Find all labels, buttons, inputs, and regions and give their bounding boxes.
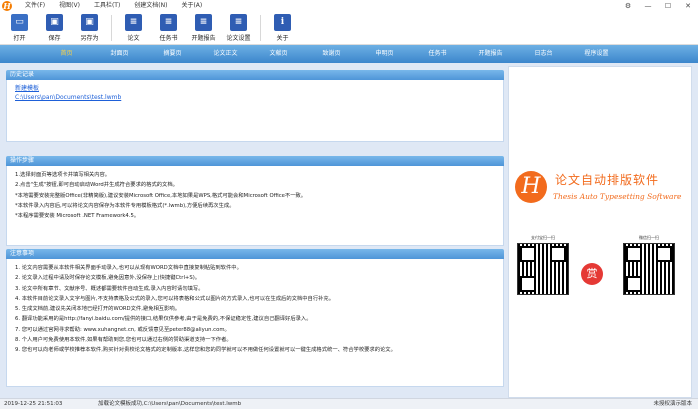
toolbar-separator: [111, 15, 112, 41]
close-button[interactable]: ✕: [678, 0, 698, 12]
toolbar-separator: [260, 15, 261, 41]
note-line: 3. 论文中所有章节、文献序号、概述都需要软件自动生成,录入内容时请勿填写。: [15, 285, 204, 292]
save-label: 保存: [48, 35, 61, 42]
tab-acknowledgement[interactable]: 致谢页: [305, 45, 358, 63]
recent-file-link[interactable]: C:\Users\pan\Documents\test.lwmb: [15, 93, 495, 102]
tab-body[interactable]: 论文正文: [199, 45, 252, 63]
note-line: 9. 您也可以向老师或学校推荐本软件,购买针对贵校论文格式的定制版本,这样您和您…: [15, 347, 396, 354]
history-panel: 历史记录 新建模板 C:\Users\pan\Documents\test.lw…: [6, 70, 504, 142]
menu-file[interactable]: 文件(F): [18, 0, 52, 12]
note-line: 8. 个人用户可免费使用本软件,如果有帮助到您,您也可以通过右侧的赞助渠道支持一…: [15, 337, 232, 344]
tab-program-settings[interactable]: 程序设置: [570, 45, 623, 63]
gear-icon[interactable]: ⚙: [618, 0, 638, 12]
minimize-button[interactable]: —: [638, 0, 658, 12]
wechat-qr-title: 微信扫一扫: [639, 235, 659, 240]
save-as-button[interactable]: ▣ 另存为: [72, 12, 107, 44]
nav-tabs: 首页 封面页 摘要页 论文正文 文献页 致谢页 申明页 任务书 开题报告 日志台…: [0, 45, 698, 63]
tab-proposal[interactable]: 开题报告: [464, 45, 517, 63]
wechat-qr-code: [623, 243, 675, 295]
note-line: 5. 生成文档前,建议先关闭本地已经打开的WORD文件,避免相互影响。: [15, 306, 180, 313]
thesis-settings-button[interactable]: ≡ 论文设置: [221, 12, 256, 44]
step-line: *本软件录入内容后,可以将论文内容保存为本软件专用模板格式(*.lwmb),方便…: [15, 202, 235, 209]
notes-body: 1. 论文内容需要从本软件相关界面手动录入,也可以从现有WORD文档中直接复制粘…: [6, 259, 504, 387]
floppy-disk-icon: ▣: [46, 14, 63, 31]
settings-doc-icon: ≡: [230, 14, 247, 31]
tab-abstract[interactable]: 摘要页: [146, 45, 199, 63]
save-as-icon: ▣: [81, 14, 98, 31]
thesis-settings-label: 论文设置: [226, 35, 251, 42]
menu-create-document[interactable]: 创建文档(N): [127, 0, 174, 12]
assignment-label: 任务书: [159, 35, 178, 42]
notes-panel: 注意事项 1. 论文内容需要从本软件相关界面手动录入,也可以从现有WORD文档中…: [6, 249, 504, 387]
reward-badge: 赏: [581, 263, 603, 285]
brand-title-cn: 论文自动排版软件: [555, 173, 660, 187]
proposal-button[interactable]: ≡ 开题报告: [186, 12, 221, 44]
new-template-link[interactable]: 新建模板: [15, 84, 495, 93]
tab-log[interactable]: 日志台: [517, 45, 570, 63]
assignment-button[interactable]: ≡ 任务书: [151, 12, 186, 44]
save-button[interactable]: ▣ 保存: [37, 12, 72, 44]
save-as-label: 另存为: [80, 35, 99, 42]
note-line: 6. 翻译功能采用的是http://fanyi.baidu.com/提供的接口,…: [15, 316, 312, 323]
main-content: 历史记录 新建模板 C:\Users\pan\Documents\test.lw…: [6, 68, 504, 398]
info-icon: i: [274, 14, 291, 31]
menu-view[interactable]: 视图(V): [52, 0, 87, 12]
tab-cover[interactable]: 封面页: [93, 45, 146, 63]
tab-assignment[interactable]: 任务书: [411, 45, 464, 63]
alipay-qr-code: [517, 243, 569, 295]
tab-home[interactable]: 首页: [40, 45, 93, 63]
steps-panel: 操作步骤 1.选择封面页等选项卡并填写相关内容。 2.点击"生成"按钮,即可自动…: [6, 156, 504, 246]
document-add-icon: ≡: [160, 14, 177, 31]
steps-header: 操作步骤: [6, 156, 504, 166]
step-line: *本程序需要安装 Microsoft .NET Framework4.5。: [15, 213, 140, 220]
proposal-label: 开题报告: [191, 35, 216, 42]
open-button[interactable]: ▭ 打开: [2, 12, 37, 44]
alipay-qr-box: 支付宝扫一扫: [517, 235, 569, 295]
brand-logo-icon: H: [515, 171, 547, 203]
note-line: 2. 论文录入过程中请及时保存论文模板,避免因意外,没保存上(快捷键Ctrl+S…: [15, 275, 201, 282]
thesis-button[interactable]: ≡ 论文: [116, 12, 151, 44]
status-bar: 2019-12-25 21:51:03 加载论文模板成功,C:\Users\pa…: [0, 398, 698, 409]
step-line: 2.点击"生成"按钮,即可自动启动Word并生成符合要求的格式的文档。: [15, 182, 178, 189]
window-controls: ⚙ — ☐ ✕: [618, 0, 698, 12]
menu-about[interactable]: 关于(A): [174, 0, 209, 12]
wechat-qr-box: 微信扫一扫: [623, 235, 675, 295]
about-label: 关于: [276, 35, 289, 42]
alipay-qr-title: 支付宝扫一扫: [531, 235, 555, 240]
menu-toolbar[interactable]: 工具栏(T): [87, 0, 127, 12]
history-body: 新建模板 C:\Users\pan\Documents\test.lwmb: [6, 80, 504, 142]
thesis-label: 论文: [127, 35, 140, 42]
about-button[interactable]: i 关于: [265, 12, 300, 44]
brand-title-en: Thesis Auto Typesetting Software: [553, 192, 682, 201]
tab-references[interactable]: 文献页: [252, 45, 305, 63]
step-line: 1.选择封面页等选项卡并填写相关内容。: [15, 172, 111, 178]
folder-icon: ▭: [11, 14, 28, 31]
open-label: 打开: [13, 35, 26, 42]
document-icon: ≡: [125, 14, 142, 31]
note-line: 1. 论文内容需要从本软件相关界面手动录入,也可以从现有WORD文档中直接复制粘…: [15, 265, 242, 271]
note-line: 4. 本软件目前论文录入文字与图片,不支持表格及公式的录入,您可以将表格和公式以…: [15, 295, 335, 302]
notes-header: 注意事项: [6, 249, 504, 259]
app-logo-icon: H: [2, 1, 12, 11]
history-header: 历史记录: [6, 70, 504, 80]
step-line: *本地需要安装完整版Office(非精简版),建议安装Microsoft Off…: [15, 192, 307, 199]
maximize-button[interactable]: ☐: [658, 0, 678, 12]
steps-body: 1.选择封面页等选项卡并填写相关内容。 2.点击"生成"按钮,即可自动启动Wor…: [6, 166, 504, 246]
report-icon: ≡: [195, 14, 212, 31]
toolbar: ▭ 打开 ▣ 保存 ▣ 另存为 ≡ 论文 ≡ 任务书 ≡ 开题报告 ≡ 论文设置…: [0, 12, 698, 45]
menu-bar: 文件(F) 视图(V) 工具栏(T) 创建文档(N) 关于(A): [18, 0, 209, 12]
note-line: 7. 您可以通过官网寻求帮助: www.xuhangnet.cn, 或反馈意见至…: [15, 326, 230, 333]
tab-declaration[interactable]: 申明页: [358, 45, 411, 63]
brand-panel: H 论文自动排版软件 Thesis Auto Typesetting Softw…: [508, 66, 692, 398]
